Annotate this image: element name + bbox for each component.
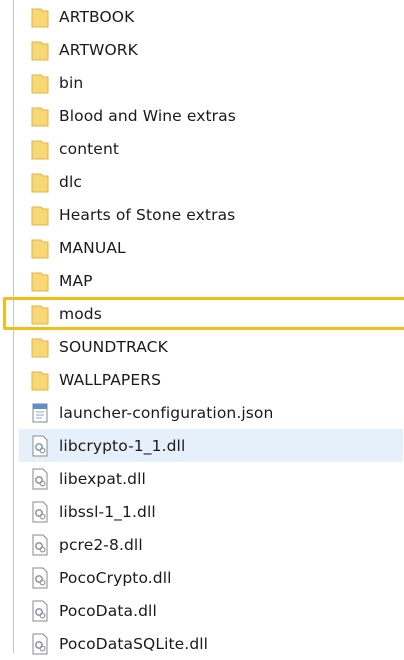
file-row-content[interactable]: content [14,132,403,165]
dll-file-icon [29,600,51,622]
dll-file-icon [29,633,51,655]
file-row-artbook[interactable]: ARTBOOK [14,0,403,33]
file-name: launcher-configuration.json [59,403,274,422]
file-row-soundtrack[interactable]: SOUNDTRACK [14,330,403,363]
file-row-mods[interactable]: mods [3,297,404,330]
file-name: ARTBOOK [59,7,135,26]
dll-file-icon [29,501,51,523]
folder-icon [29,171,51,193]
file-name: PocoCrypto.dll [59,568,172,587]
file-name: Blood and Wine extras [59,106,236,125]
file-name: PocoDataSQLite.dll [59,634,209,653]
folder-icon [29,105,51,127]
file-row-libssl-1-1-dll[interactable]: libssl-1_1.dll [14,495,403,528]
file-name: pcre2-8.dll [59,535,143,554]
file-name: libexpat.dll [59,469,146,488]
folder-icon [29,6,51,28]
file-name: SOUNDTRACK [59,337,168,356]
file-name: libcrypto-1_1.dll [59,436,186,455]
file-row-blood-and-wine-extras[interactable]: Blood and Wine extras [14,99,403,132]
file-name: WALLPAPERS [59,370,162,389]
file-name: Hearts of Stone extras [59,205,236,224]
file-row-pococrypto-dll[interactable]: PocoCrypto.dll [14,561,403,594]
json-file-icon [29,402,51,424]
file-row-wallpapers[interactable]: WALLPAPERS [14,363,403,396]
file-name: mods [59,304,102,323]
file-name: libssl-1_1.dll [59,502,156,521]
folder-icon [29,39,51,61]
file-name: PocoData.dll [59,601,157,620]
file-row-map[interactable]: MAP [14,264,403,297]
file-row-pcre2-8-dll[interactable]: pcre2-8.dll [14,528,403,561]
file-name: MAP [59,271,93,290]
file-name: ARTWORK [59,40,138,59]
dll-file-icon [29,468,51,490]
file-row-hearts-of-stone-extras[interactable]: Hearts of Stone extras [14,198,403,231]
file-row-libexpat-dll[interactable]: libexpat.dll [14,462,403,495]
file-list: ARTBOOK ARTWORK bin Blood and Wine extra… [3,0,404,660]
file-row-manual[interactable]: MANUAL [14,231,403,264]
dll-file-icon [29,435,51,457]
folder-icon [29,72,51,94]
folder-icon [29,369,51,391]
file-name: dlc [59,172,82,191]
folder-icon [29,303,51,325]
file-name: content [59,139,120,158]
dll-file-icon [29,567,51,589]
folder-icon [29,138,51,160]
folder-icon [29,336,51,358]
file-name: MANUAL [59,238,126,257]
file-name: bin [59,73,84,92]
folder-icon [29,204,51,226]
file-row-dlc[interactable]: dlc [14,165,403,198]
folder-icon [29,270,51,292]
file-list-pane: ARTBOOK ARTWORK bin Blood and Wine extra… [3,0,404,654]
folder-icon [29,237,51,259]
file-row-pocodata-dll[interactable]: PocoData.dll [14,594,403,627]
file-row-launcher-configuration-json[interactable]: launcher-configuration.json [14,396,403,429]
file-row-pocodatasqlite-dll[interactable]: PocoDataSQLite.dll [14,627,403,660]
file-row-artwork[interactable]: ARTWORK [14,33,403,66]
file-row-libcrypto-1-1-dll[interactable]: libcrypto-1_1.dll [19,429,403,462]
file-row-bin[interactable]: bin [14,66,403,99]
dll-file-icon [29,534,51,556]
